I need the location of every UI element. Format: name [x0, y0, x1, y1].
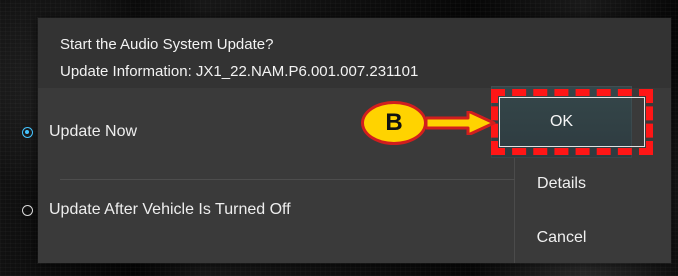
update-now-label: Update Now	[49, 123, 138, 140]
ok-button[interactable]: OK	[491, 86, 632, 158]
cancel-button[interactable]: Cancel	[491, 220, 632, 256]
screen: Start the Audio System Update? Update In…	[0, 0, 678, 276]
update-information: Update Information: JX1_22.NAM.P6.001.00…	[60, 63, 419, 80]
update-now-option[interactable]: Update Now	[22, 115, 137, 149]
dialog-title: Start the Audio System Update?	[60, 36, 274, 53]
dialog-header: Start the Audio System Update? Update In…	[38, 18, 671, 88]
update-after-vehicle-off-option[interactable]: Update After Vehicle Is Turned Off	[22, 193, 291, 227]
details-button[interactable]: Details	[491, 166, 632, 202]
arrow-right-icon	[426, 111, 496, 135]
radio-selected-icon	[22, 126, 33, 138]
option-divider	[60, 179, 515, 180]
callout-b-badge: B	[361, 101, 427, 145]
radio-unselected-icon	[22, 204, 33, 216]
update-after-vehicle-off-label: Update After Vehicle Is Turned Off	[49, 201, 291, 218]
